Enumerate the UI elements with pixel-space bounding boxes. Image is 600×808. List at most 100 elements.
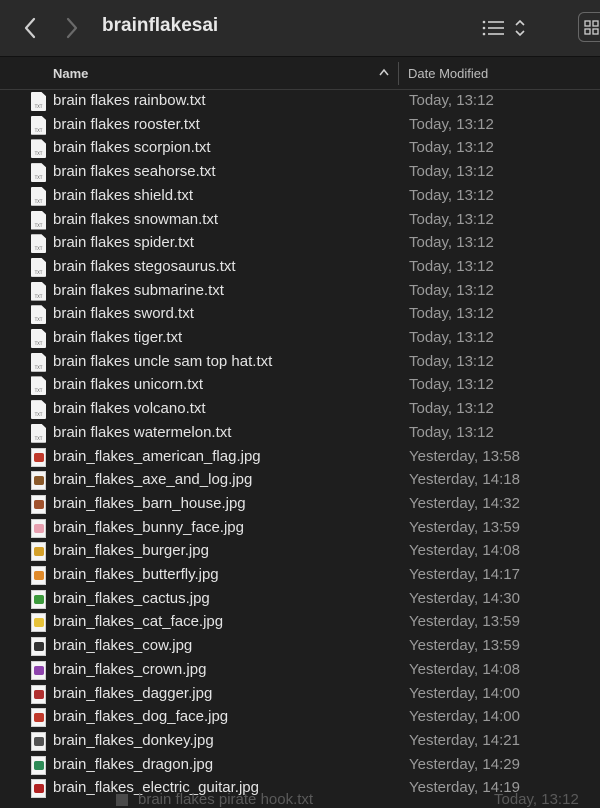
file-row[interactable]: brain flakes sword.txt Today, 13:12: [0, 303, 600, 327]
file-name: brain_flakes_barn_house.jpg: [53, 494, 246, 512]
file-name: brain flakes watermelon.txt: [53, 423, 232, 441]
file-date-modified: Today, 13:12: [409, 234, 494, 252]
column-divider[interactable]: [398, 62, 399, 85]
file-row[interactable]: brain_flakes_cow.jpg Yesterday, 13:59: [0, 635, 600, 659]
file-date-modified: Yesterday, 14:30: [409, 589, 520, 607]
list-view-icon: [482, 20, 504, 36]
image-thumbnail-icon: [31, 542, 46, 562]
file-row[interactable]: brain flakes shield.txt Today, 13:12: [0, 185, 600, 209]
file-date-modified: Yesterday, 14:08: [409, 660, 520, 678]
file-row[interactable]: brain_flakes_dagger.jpg Yesterday, 14:00: [0, 683, 600, 707]
file-row[interactable]: brain_flakes_axe_and_log.jpg Yesterday, 1…: [0, 469, 600, 493]
drag-ghost-date: Today, 13:12: [494, 791, 579, 808]
file-date-modified: Today, 13:12: [409, 376, 494, 394]
text-document-icon: [31, 376, 46, 396]
file-name: brain_flakes_american_flag.jpg: [53, 447, 261, 465]
text-document-icon: [31, 92, 46, 111]
file-row[interactable]: brain flakes volcano.txt Today, 13:12: [0, 398, 600, 422]
file-date-modified: Today, 13:12: [409, 400, 494, 418]
file-name: brain_flakes_axe_and_log.jpg: [53, 471, 253, 489]
text-document-icon: [31, 329, 46, 348]
file-row[interactable]: brain_flakes_american_flag.jpg Yesterday,…: [0, 446, 600, 470]
view-options-button[interactable]: [482, 16, 530, 40]
back-button[interactable]: [18, 14, 42, 42]
file-row[interactable]: brain flakes uncle sam top hat.txt Today,…: [0, 351, 600, 375]
file-date-modified: Yesterday, 14:00: [409, 708, 520, 726]
grid-icon: [584, 20, 599, 35]
file-name: brain flakes scorpion.txt: [53, 139, 211, 157]
grid-view-button[interactable]: [578, 12, 600, 42]
text-document-icon: [31, 115, 46, 135]
file-name: brain flakes spider.txt: [53, 234, 194, 252]
file-name: brain flakes rooster.txt: [53, 115, 200, 133]
file-date-modified: Today, 13:12: [409, 163, 494, 181]
file-row[interactable]: brain flakes scorpion.txt Today, 13:12: [0, 137, 600, 161]
file-row[interactable]: brain_flakes_bunny_face.jpg Yesterday, 13…: [0, 517, 600, 541]
text-document-icon: [31, 139, 46, 159]
file-row[interactable]: brain_flakes_dog_face.jpg Yesterday, 14:0…: [0, 706, 600, 730]
text-document-icon: [31, 423, 46, 443]
file-date-modified: Yesterday, 14:32: [409, 494, 520, 512]
text-document-icon: [31, 186, 46, 206]
file-row[interactable]: brain flakes seahorse.txt Today, 13:12: [0, 161, 600, 185]
column-date-modified-header[interactable]: Date Modified: [408, 66, 488, 81]
file-date-modified: Today, 13:12: [409, 210, 494, 228]
file-row[interactable]: brain_flakes_barn_house.jpg Yesterday, 14…: [0, 493, 600, 517]
file-row[interactable]: brain flakes submarine.txt Today, 13:12: [0, 280, 600, 304]
file-name: brain_flakes_cactus.jpg: [53, 589, 210, 607]
file-name: brain flakes snowman.txt: [53, 210, 219, 228]
file-row[interactable]: brain_flakes_burger.jpg Yesterday, 14:08: [0, 540, 600, 564]
toolbar: brainflakesai: [0, 0, 600, 57]
file-date-modified: Yesterday, 13:59: [409, 518, 520, 536]
file-name: brain flakes unicorn.txt: [53, 376, 204, 394]
text-document-icon: [31, 305, 46, 325]
file-name: brain flakes stegosaurus.txt: [53, 257, 236, 275]
file-name: brain_flakes_butterfly.jpg: [53, 566, 219, 583]
file-date-modified: Yesterday, 13:59: [409, 613, 520, 631]
image-thumbnail-icon: [31, 447, 46, 467]
file-date-modified: Today, 13:12: [409, 281, 494, 299]
file-row[interactable]: brain_flakes_cactus.jpg Yesterday, 14:30: [0, 588, 600, 612]
file-row[interactable]: brain flakes rooster.txt Today, 13:12: [0, 114, 600, 138]
file-row[interactable]: brain_flakes_cat_face.jpg Yesterday, 13:5…: [0, 611, 600, 635]
file-date-modified: Yesterday, 14:08: [409, 542, 520, 560]
file-date-modified: Yesterday, 13:59: [409, 637, 520, 655]
sort-ascending-icon[interactable]: [378, 67, 390, 79]
file-date-modified: Today, 13:12: [409, 186, 494, 204]
file-row[interactable]: brain flakes unicorn.txt Today, 13:12: [0, 374, 600, 398]
file-row[interactable]: brain flakes stegosaurus.txt Today, 13:12: [0, 256, 600, 280]
file-name: brain_flakes_cat_face.jpg: [53, 613, 224, 631]
file-row[interactable]: brain flakes spider.txt Today, 13:12: [0, 232, 600, 256]
file-row[interactable]: brain_flakes_dragon.jpg Yesterday, 14:29: [0, 754, 600, 778]
image-thumbnail-icon: [31, 708, 46, 728]
file-row[interactable]: brain_flakes_donkey.jpg Yesterday, 14:21: [0, 730, 600, 754]
file-date-modified: Today, 13:12: [409, 92, 494, 109]
chevron-left-icon: [24, 17, 36, 39]
image-thumbnail-icon: [31, 494, 46, 514]
text-document-icon: [31, 257, 46, 277]
text-document-icon: [31, 352, 46, 372]
file-name: brain flakes shield.txt: [53, 186, 194, 204]
file-date-modified: Yesterday, 14:18: [409, 471, 520, 489]
column-name-header[interactable]: Name: [53, 66, 88, 81]
file-row[interactable]: brain flakes tiger.txt Today, 13:12: [0, 327, 600, 351]
file-row[interactable]: brain flakes watermelon.txt Today, 13:12: [0, 422, 600, 446]
forward-button[interactable]: [60, 14, 84, 42]
file-name: brain flakes rainbow.txt: [53, 92, 206, 109]
file-name: brain_flakes_burger.jpg: [53, 542, 209, 560]
file-name: brain_flakes_dragon.jpg: [53, 755, 214, 773]
file-row[interactable]: brain flakes rainbow.txt Today, 13:12: [0, 90, 600, 114]
chevron-updown-icon: [515, 19, 525, 37]
file-date-modified: Yesterday, 13:58: [409, 447, 520, 465]
file-name: brain flakes tiger.txt: [53, 329, 183, 346]
file-name: brain flakes uncle sam top hat.txt: [53, 352, 273, 370]
file-date-modified: Yesterday, 14:17: [409, 566, 520, 583]
image-thumbnail-icon: [31, 613, 46, 633]
file-row[interactable]: brain_flakes_crown.jpg Yesterday, 14:08: [0, 659, 600, 683]
document-icon: [116, 794, 128, 806]
file-row[interactable]: brain flakes snowman.txt Today, 13:12: [0, 209, 600, 233]
file-date-modified: Yesterday, 14:00: [409, 684, 520, 702]
file-name: brain flakes seahorse.txt: [53, 163, 216, 181]
window-title: brainflakesai: [102, 15, 219, 36]
file-row[interactable]: brain_flakes_butterfly.jpg Yesterday, 14:…: [0, 564, 600, 588]
